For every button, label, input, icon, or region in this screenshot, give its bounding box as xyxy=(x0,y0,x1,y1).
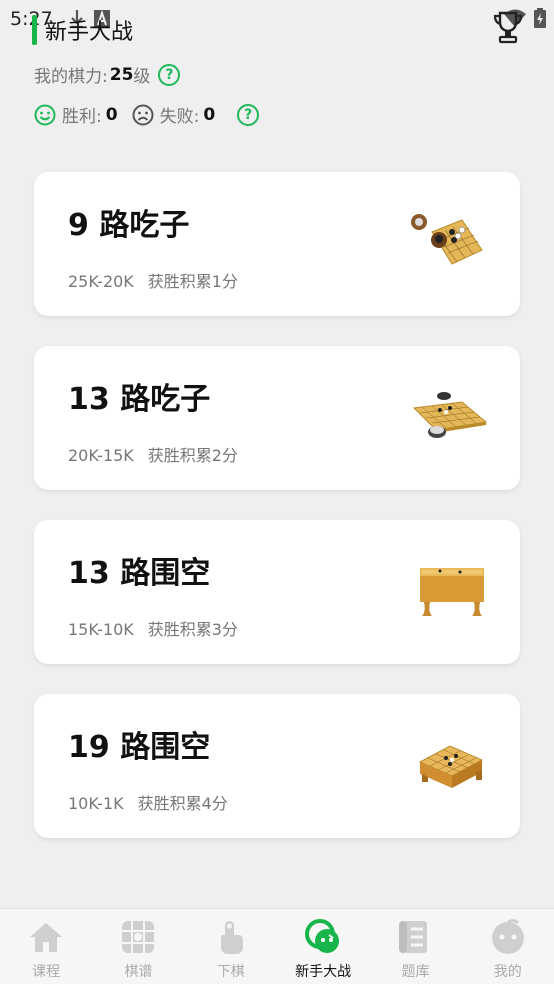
battle-icon xyxy=(305,919,340,953)
card-reward: 获胜积累4分 xyxy=(137,794,228,813)
header: 新手大战 xyxy=(32,14,133,46)
card-level-range: 10K-1K xyxy=(68,794,124,813)
nav-item-problems[interactable]: 题库 xyxy=(369,909,461,984)
rating-help-icon[interactable]: ? xyxy=(158,63,181,86)
board-grid-icon xyxy=(122,921,155,953)
card-subtitle: 15K-10K 获胜积累3分 xyxy=(68,616,238,640)
trophy-icon[interactable] xyxy=(492,10,524,44)
go-table-icon xyxy=(420,568,484,616)
card-subtitle: 20K-15K 获胜积累2分 xyxy=(68,442,238,466)
nav-label: 棋谱 xyxy=(124,964,153,980)
nav-label: 课程 xyxy=(32,964,61,980)
nav-label: 我的 xyxy=(493,964,522,980)
rating-label: 我的棋力: xyxy=(34,67,108,87)
card-title: 9 路吃子 xyxy=(68,208,190,243)
nav-label: 题库 xyxy=(401,964,430,980)
win-count: 0 xyxy=(105,104,118,125)
mode-card-13-capture[interactable]: 13 路吃子 20K-15K 获胜积累2分 xyxy=(34,346,520,490)
house-icon xyxy=(30,923,63,952)
rating-value: 25 xyxy=(109,64,134,85)
nav-label: 新手大战 xyxy=(295,964,352,980)
card-reward: 获胜积累2分 xyxy=(147,446,238,465)
title-accent-bar xyxy=(32,15,37,45)
scroll-icon xyxy=(399,921,428,953)
mode-card-9-capture[interactable]: 9 路吃子 25K-20K 获胜积累1分 xyxy=(34,172,520,316)
nav-item-profile[interactable]: 我的 xyxy=(462,909,554,984)
hand-tap-icon xyxy=(220,921,243,954)
card-subtitle: 25K-20K 获胜积累1分 xyxy=(68,268,238,292)
frown-icon xyxy=(132,104,154,125)
rating-row: 我的棋力: 25 级 ? xyxy=(34,62,181,87)
mode-card-19-territory[interactable]: 19 路围空 10K-1K 获胜积累4分 xyxy=(34,694,520,838)
nav-item-play[interactable]: 下棋 xyxy=(185,909,277,984)
card-level-range: 25K-20K xyxy=(68,272,134,291)
page-title: 新手大战 xyxy=(45,20,134,45)
card-level-range: 15K-10K xyxy=(68,620,134,639)
win-label: 胜利: xyxy=(62,107,102,127)
nav-item-beginner-battle[interactable]: 新手大战 xyxy=(277,909,369,984)
bottom-nav: 课程 棋谱 下棋 新手大战 题库 我的 xyxy=(0,908,554,984)
card-title: 13 路吃子 xyxy=(68,382,211,417)
record-help-icon[interactable]: ? xyxy=(237,103,260,126)
nav-item-records[interactable]: 棋谱 xyxy=(92,909,184,984)
loss-count: 0 xyxy=(203,104,216,125)
loss-label: 失败: xyxy=(159,107,200,127)
record-row: 胜利: 0 失败: 0 ? xyxy=(34,102,260,127)
card-title: 19 路围空 xyxy=(68,730,211,765)
card-reward: 获胜积累1分 xyxy=(147,272,238,291)
rating-unit: 级 xyxy=(133,67,151,87)
go-board-box-icon xyxy=(418,745,484,788)
go-board-flat-icon xyxy=(412,392,488,438)
mode-card-13-territory[interactable]: 13 路围空 15K-10K 获胜积累3分 xyxy=(34,520,520,664)
card-subtitle: 10K-1K 获胜积累4分 xyxy=(68,790,228,814)
profile-icon xyxy=(491,919,524,954)
battery-icon xyxy=(534,8,546,28)
card-level-range: 20K-15K xyxy=(68,446,134,465)
smile-icon xyxy=(34,104,56,125)
card-title: 13 路围空 xyxy=(68,556,211,591)
card-reward: 获胜积累3分 xyxy=(147,620,238,639)
nav-item-courses[interactable]: 课程 xyxy=(0,909,92,984)
go-board-tilted-icon xyxy=(411,214,483,265)
nav-label: 下棋 xyxy=(216,964,245,980)
